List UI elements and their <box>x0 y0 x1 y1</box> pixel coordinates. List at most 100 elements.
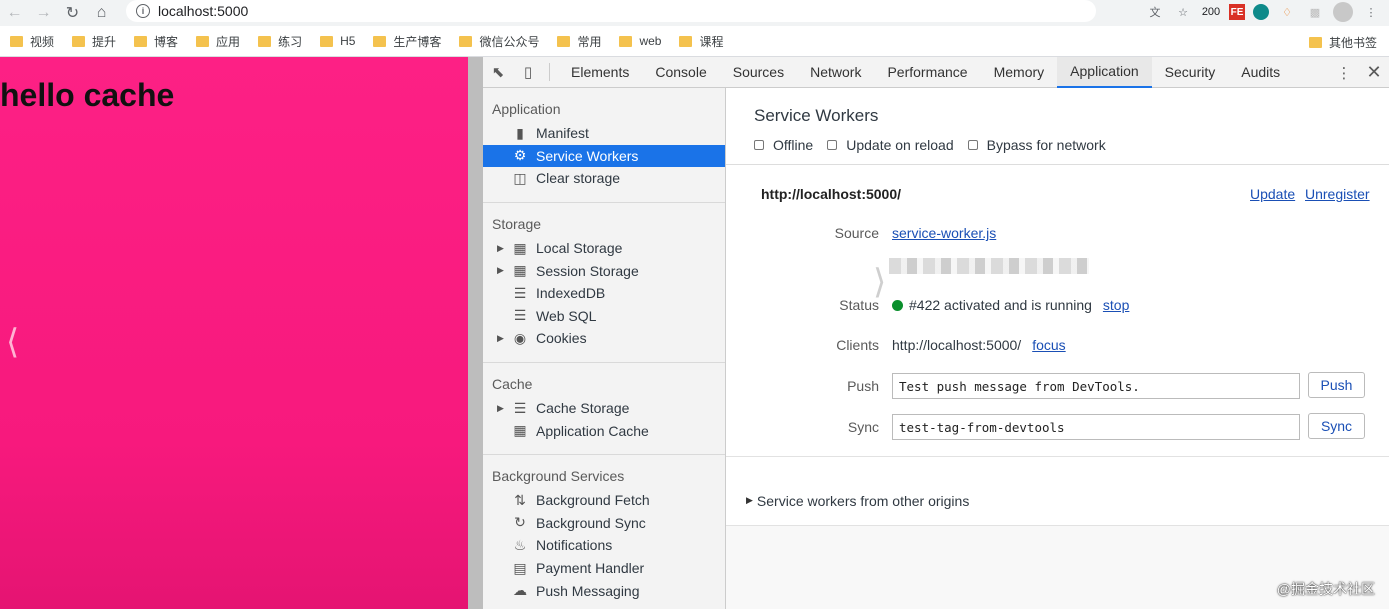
forward-arrow-icon[interactable]: → <box>29 0 58 26</box>
bookmark-item[interactable]: 生产博客 <box>373 33 441 50</box>
grid-icon: ▦ <box>513 422 527 439</box>
sidebar-item-web-sql[interactable]: ☰ Web SQL <box>483 305 725 328</box>
bookmark-item[interactable]: 提升 <box>72 33 116 50</box>
bookmark-item[interactable]: web <box>619 34 661 48</box>
inspect-element-icon[interactable]: ⬉ <box>483 57 513 87</box>
folder-icon <box>196 35 210 47</box>
sidebar-item-background-sync[interactable]: ↻ Background Sync <box>483 512 725 535</box>
profile-avatar[interactable] <box>1333 2 1353 22</box>
bookmark-item[interactable]: 视频 <box>10 33 54 50</box>
tab-network[interactable]: Network <box>797 57 874 88</box>
sync-label: Sync <box>847 419 879 435</box>
address-bar[interactable]: i localhost:5000 <box>126 0 1096 22</box>
device-toggle-icon[interactable]: ▯ <box>513 57 543 87</box>
database-icon: ☰ <box>513 284 527 301</box>
extension-puzzle-icon[interactable]: ♢ <box>1277 2 1297 22</box>
translate-icon[interactable]: 文 <box>1145 2 1165 22</box>
sidebar-item-application-cache[interactable]: ▦ Application Cache <box>483 419 725 442</box>
bookmark-item[interactable]: 博客 <box>134 33 178 50</box>
tab-memory[interactable]: Memory <box>981 57 1058 88</box>
sidebar-item-indexeddb[interactable]: ☰ IndexedDB <box>483 282 725 305</box>
folder-icon <box>134 35 148 47</box>
folder-icon <box>679 35 693 47</box>
bookmark-item[interactable]: 练习 <box>258 33 302 50</box>
tab-security[interactable]: Security <box>1152 57 1229 88</box>
checkbox-box[interactable] <box>967 140 978 150</box>
expand-triangle-icon[interactable]: ▶ <box>497 265 507 276</box>
other-origins-toggle[interactable]: ▶ Service workers from other origins <box>726 476 1389 526</box>
home-icon[interactable]: ⌂ <box>87 0 116 26</box>
push-input[interactable]: Test push message from DevTools. <box>892 373 1300 399</box>
bookmark-item[interactable]: 微信公众号 <box>459 33 539 50</box>
checkbox-box[interactable] <box>827 140 838 150</box>
sidebar-item-background-fetch[interactable]: ⇅ Background Fetch <box>483 489 725 512</box>
star-icon[interactable]: ☆ <box>1173 2 1193 22</box>
sidebar-item-manifest[interactable]: ▮ Manifest <box>483 122 725 145</box>
bypass-for-network-checkbox[interactable]: Bypass for network <box>967 137 1106 153</box>
folder-icon <box>258 35 272 47</box>
tab-sources[interactable]: Sources <box>720 57 797 88</box>
sidebar-item-service-workers[interactable]: ⚙ Service Workers <box>483 144 725 168</box>
push-button[interactable]: Push <box>1308 372 1365 398</box>
divider <box>726 456 1389 457</box>
blurred-received-time <box>889 258 1089 274</box>
source-link[interactable]: service-worker.js <box>892 225 996 241</box>
other-bookmarks[interactable]: 其他书签 <box>1308 34 1377 51</box>
bookmark-item[interactable]: 应用 <box>196 33 240 50</box>
bookmark-item[interactable]: 课程 <box>679 33 724 50</box>
tab-elements[interactable]: Elements <box>558 57 642 88</box>
focus-link[interactable]: focus <box>1032 337 1065 353</box>
expand-triangle-icon[interactable]: ▶ <box>746 495 753 506</box>
checkbox-box[interactable] <box>754 140 764 150</box>
sidebar-item-payment-handler[interactable]: ▤ Payment Handler <box>483 557 725 580</box>
sidebar-item-clear-storage[interactable]: ◫ Clear storage <box>483 167 725 190</box>
expand-triangle-icon[interactable]: ▶ <box>497 403 507 414</box>
sidebar-item-push-messaging[interactable]: ☁ Push Messaging <box>483 579 725 602</box>
expand-triangle-icon[interactable]: ▶ <box>497 243 507 254</box>
update-link[interactable]: Update <box>1250 186 1295 202</box>
close-icon[interactable]: ✕ <box>1359 58 1389 88</box>
extension-grey-icon[interactable]: ▩ <box>1305 2 1325 22</box>
bookmark-item[interactable]: H5 <box>320 34 355 48</box>
tab-console[interactable]: Console <box>642 57 719 88</box>
panel-title: Service Workers <box>754 106 879 125</box>
tab-application[interactable]: Application <box>1057 56 1152 88</box>
offline-checkbox[interactable]: Offline <box>754 137 813 153</box>
sw-origin: http://localhost:5000/ <box>761 186 902 202</box>
expand-triangle-icon[interactable]: ▶ <box>497 333 507 344</box>
folder-icon <box>459 35 473 47</box>
card-icon: ▤ <box>513 559 527 576</box>
devtools-menu-icon[interactable]: ⋮ <box>1329 58 1359 88</box>
menu-kebab-icon[interactable]: ⋮ <box>1361 2 1381 22</box>
url-text[interactable]: localhost:5000 <box>158 3 248 19</box>
divider <box>726 164 1389 165</box>
teal-extension-icon[interactable] <box>1253 4 1269 20</box>
info-icon[interactable]: i <box>136 4 150 18</box>
sync-input[interactable]: test-tag-from-devtools <box>892 414 1300 440</box>
section-background-services: Background Services <box>492 467 625 484</box>
update-on-reload-checkbox[interactable]: Update on reload <box>827 137 954 153</box>
push-label: Push <box>847 378 879 394</box>
tab-performance[interactable]: Performance <box>874 57 980 88</box>
fe-extension-icon[interactable]: FE <box>1229 4 1245 20</box>
sidebar-item-local-storage[interactable]: ▶ ▦ Local Storage <box>483 237 725 260</box>
sidebar-item-session-storage[interactable]: ▶ ▦ Session Storage <box>483 259 725 282</box>
sidebar-item-cache-storage[interactable]: ▶ ☰ Cache Storage <box>483 397 725 420</box>
devtools-resize-handle[interactable] <box>468 57 483 609</box>
arrows-icon: ⇅ <box>514 491 526 508</box>
unregister-link[interactable]: Unregister <box>1305 186 1370 202</box>
status-running-icon <box>892 299 903 311</box>
grid-icon: ▦ <box>513 262 527 279</box>
sidebar-divider <box>483 361 725 363</box>
application-sidebar: Application ▮ Manifest ⚙ Service Workers ◫… <box>483 88 726 609</box>
extension-badge[interactable]: 200 <box>1201 2 1221 22</box>
bookmark-item[interactable]: 常用 <box>557 33 601 50</box>
back-arrow-icon[interactable]: ← <box>0 0 29 26</box>
sidebar-item-notifications[interactable]: ♨ Notifications <box>483 534 725 557</box>
sidebar-item-cookies[interactable]: ▶ ◉ Cookies <box>483 327 725 350</box>
reload-icon[interactable]: ↻ <box>58 0 87 26</box>
stop-link[interactable]: stop <box>1103 297 1129 313</box>
service-workers-panel: Service Workers Offline Update on reload… <box>726 88 1389 609</box>
tab-audits[interactable]: Audits <box>1228 57 1293 88</box>
sync-button[interactable]: Sync <box>1308 413 1365 439</box>
